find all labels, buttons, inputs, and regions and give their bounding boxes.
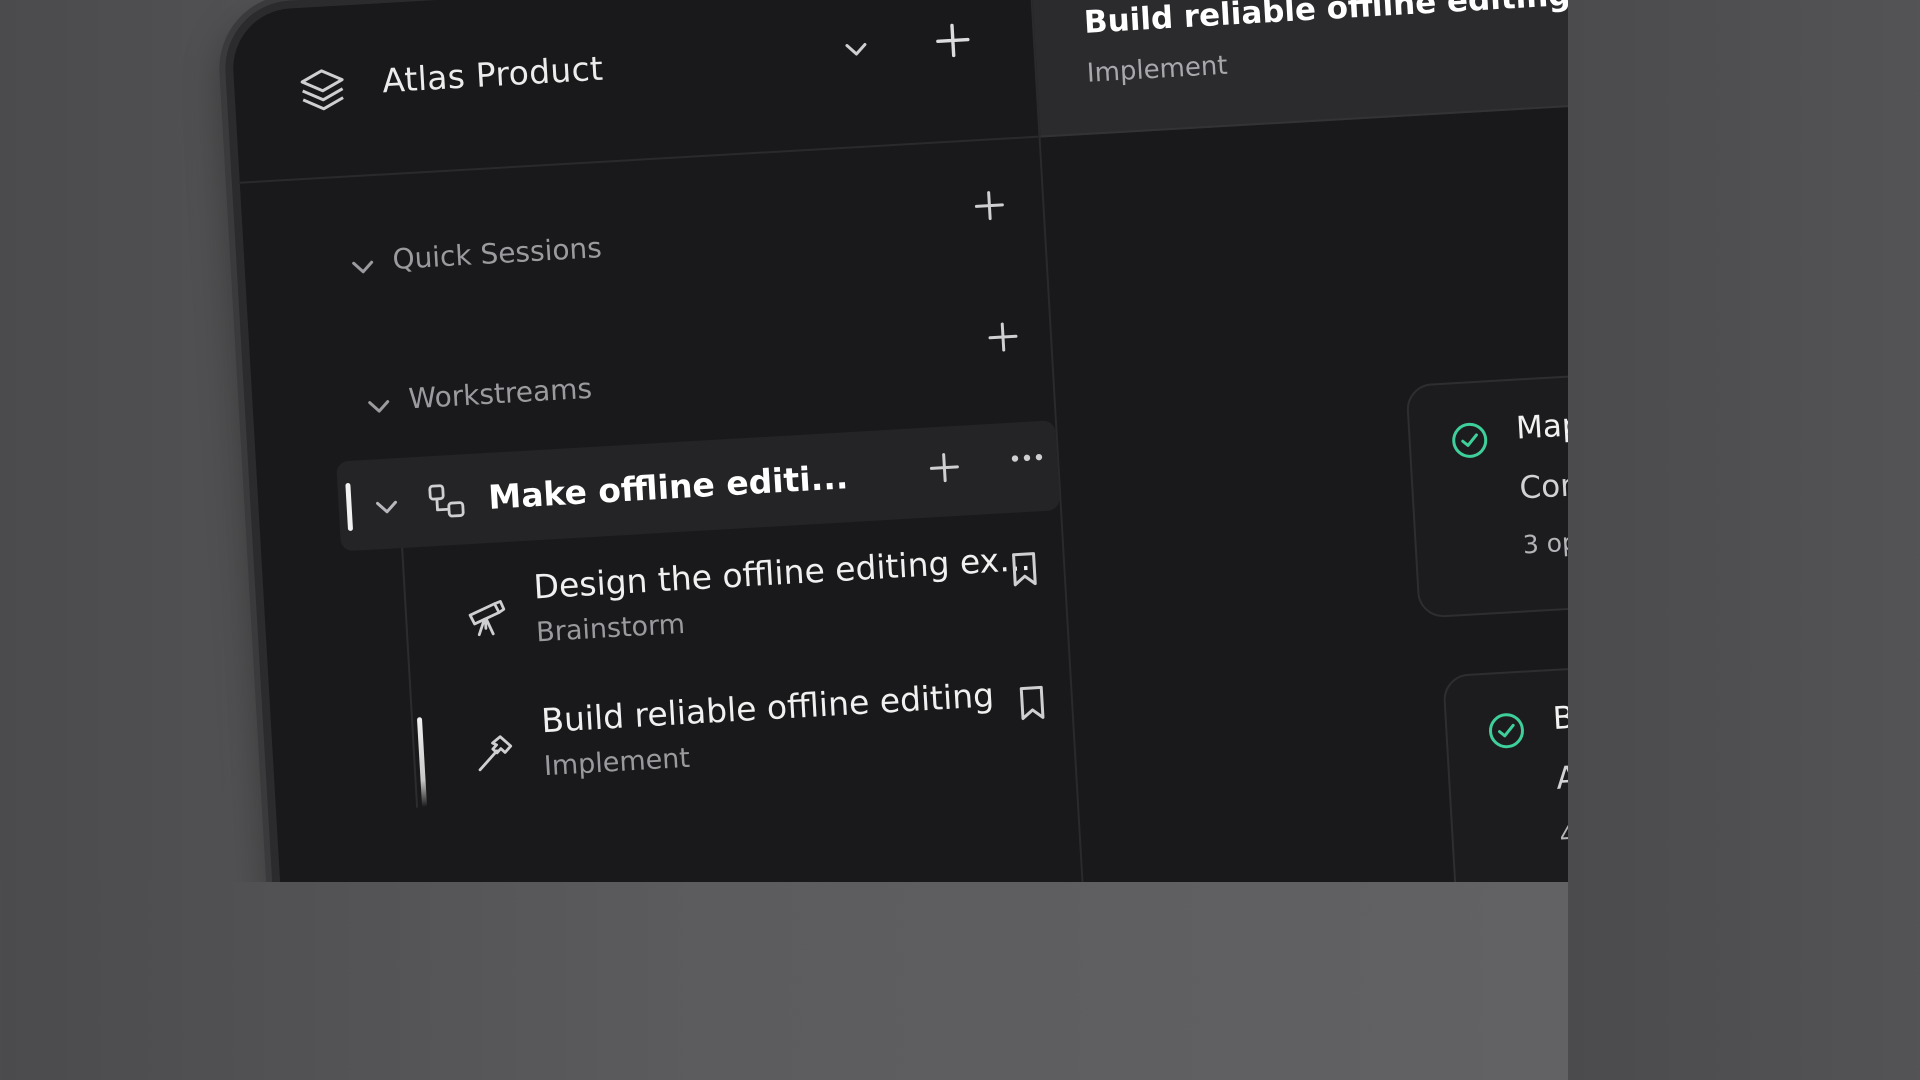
workflow-icon — [425, 480, 467, 522]
more-options-icon[interactable] — [1006, 447, 1047, 469]
chevron-down-icon[interactable] — [840, 33, 872, 65]
page-title: Build reliable offline editing — [1083, 0, 1568, 41]
add-item-button[interactable] — [926, 450, 962, 486]
bookmark-icon[interactable] — [1008, 550, 1040, 588]
workspace-name[interactable]: Atlas Product — [381, 49, 604, 101]
sidebar-header: Atlas Product — [230, 0, 1039, 184]
chevron-down-icon[interactable] — [364, 391, 394, 421]
card-title: Mappe — [1515, 404, 1568, 447]
bookmark-icon[interactable] — [1016, 684, 1048, 722]
add-workspace-button[interactable] — [932, 19, 974, 61]
card-subtitle: Ad — [1555, 758, 1568, 797]
workstream-title[interactable]: Make offline editi... — [487, 457, 849, 517]
chevron-down-icon[interactable] — [348, 252, 378, 282]
card-subtitle: Confi — [1518, 465, 1568, 507]
item-subtitle: Implement — [543, 742, 691, 783]
card-title: Buil — [1551, 697, 1568, 737]
item-title[interactable]: Build reliable offline editing — [540, 675, 995, 740]
stacked-layers-icon — [295, 63, 350, 118]
check-circle-icon — [1450, 420, 1490, 460]
list-item[interactable]: Design the offline editing ex... Brainst… — [413, 538, 1058, 685]
section-quick-sessions[interactable]: Quick Sessions — [392, 231, 603, 276]
add-quick-session-button[interactable] — [971, 188, 1007, 224]
item-subtitle: Brainstorm — [535, 608, 686, 649]
list-item[interactable]: Build reliable offline editing Implement — [420, 671, 1065, 818]
card-meta: 3 ope — [1521, 526, 1568, 560]
item-title[interactable]: Design the offline editing ex... — [532, 539, 1031, 607]
stage: Atlas Product Quick Sessions Workstreams… — [0, 0, 1568, 882]
task-card[interactable]: Buil Ad 4 o — [1442, 652, 1568, 882]
telescope-icon — [464, 597, 508, 641]
check-circle-icon — [1486, 711, 1526, 751]
add-workstream-button[interactable] — [985, 319, 1021, 355]
hammer-icon — [472, 731, 516, 775]
selection-indicator — [345, 482, 354, 532]
section-workstreams[interactable]: Workstreams — [408, 372, 593, 416]
card-meta: 4 o — [1558, 819, 1568, 850]
main-header: Build reliable offline editing Implement — [1030, 0, 1568, 138]
workstream-row[interactable]: Make offline editi... — [336, 420, 1061, 552]
app-window: Atlas Product Quick Sessions Workstreams… — [230, 0, 1568, 882]
task-card[interactable]: Mappe Confi 3 ope — [1405, 361, 1568, 619]
page-subtitle: Implement — [1086, 50, 1229, 89]
sidebar: Atlas Product Quick Sessions Workstreams… — [230, 0, 1089, 882]
chevron-down-icon[interactable] — [372, 492, 402, 522]
